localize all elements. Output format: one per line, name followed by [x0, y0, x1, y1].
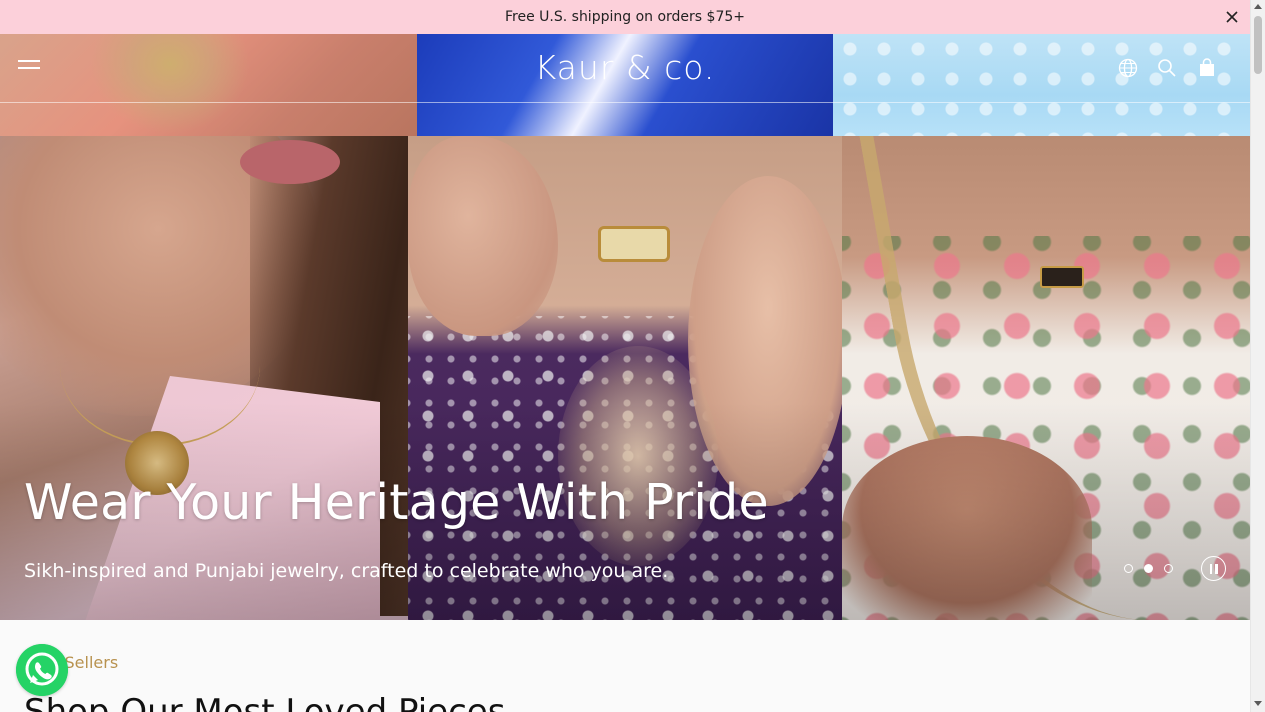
- hero-banner: Wear Your Heritage With Pride Sikh-inspi…: [0, 136, 1250, 620]
- search-icon[interactable]: [1157, 58, 1177, 78]
- announcement-bar: Free U.S. shipping on orders $75+: [0, 0, 1250, 34]
- scroll-up-arrow-icon[interactable]: [1254, 4, 1262, 9]
- bag-icon[interactable]: [1197, 58, 1217, 78]
- scroll-thumb[interactable]: [1254, 16, 1262, 74]
- slide-dot-2[interactable]: [1144, 564, 1153, 573]
- section-title: Shop Our Most Loved Pieces: [24, 692, 506, 712]
- page: Free U.S. shipping on orders $75+ Kaur &…: [0, 0, 1265, 712]
- close-icon[interactable]: [1224, 9, 1240, 25]
- pause-button[interactable]: [1201, 556, 1226, 581]
- site-header: Kaur & co.: [0, 34, 1250, 136]
- header-divider: [0, 102, 1250, 103]
- site-logo[interactable]: Kaur & co.: [0, 48, 1250, 87]
- announcement-text: Free U.S. shipping on orders $75+: [505, 9, 745, 25]
- slide-dots: [1124, 564, 1173, 573]
- hero-subtitle: Sikh-inspired and Punjabi jewelry, craft…: [24, 560, 669, 582]
- scrollbar[interactable]: [1250, 0, 1265, 712]
- slide-dot-3[interactable]: [1164, 564, 1173, 573]
- whatsapp-icon[interactable]: [16, 644, 68, 696]
- hero-title: Wear Your Heritage With Pride: [24, 474, 769, 531]
- globe-icon[interactable]: [1118, 58, 1138, 78]
- slide-dot-1[interactable]: [1124, 564, 1133, 573]
- scroll-down-arrow-icon[interactable]: [1254, 701, 1262, 706]
